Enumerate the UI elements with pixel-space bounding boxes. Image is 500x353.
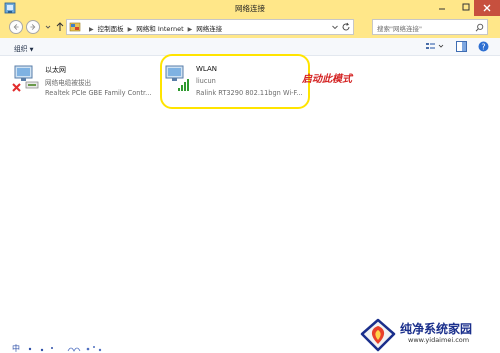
annotation-text: 启动此模式 (302, 74, 352, 85)
organize-menu-button[interactable]: 组织 ▼ (14, 43, 33, 53)
navigation-bar: ▶ 控制面板 ▶ 网络和 Internet ▶ 网络连接 搜索"网络连接" (0, 16, 500, 38)
connection-item-ethernet[interactable]: 以太网 网络电缆被拔出 Realtek PCIe GBE Family Cont… (12, 63, 162, 103)
breadcrumb-network-internet[interactable]: 网络和 Internet (136, 25, 183, 33)
address-bar[interactable]: ▶ 控制面板 ▶ 网络和 Internet ▶ 网络连接 (66, 19, 354, 35)
connection-name: 以太网 (45, 66, 66, 74)
maximize-button[interactable] (458, 0, 474, 16)
preview-pane-icon[interactable] (456, 41, 467, 52)
decorative-pattern: 中 (12, 343, 102, 353)
highlight-circle (160, 54, 310, 109)
refresh-icon[interactable] (341, 22, 351, 32)
ethernet-adapter-icon (12, 65, 39, 92)
watermark-url: www.yidaimei.com (408, 336, 470, 344)
connection-status: 网络电缆被拔出 (45, 79, 92, 87)
breadcrumb-separator-icon[interactable]: ▶ (128, 26, 133, 33)
breadcrumb-separator-icon[interactable]: ▶ (188, 26, 193, 33)
change-view-icon[interactable] (425, 41, 445, 52)
breadcrumb-control-panel[interactable]: 控制面板 (98, 25, 124, 33)
chevron-down-icon: ▼ (29, 47, 34, 53)
recent-locations-chevron-icon[interactable] (44, 22, 52, 32)
connections-list: 以太网 网络电缆被拔出 Realtek PCIe GBE Family Cont… (0, 54, 500, 341)
svg-text:?: ? (481, 43, 485, 52)
address-history-chevron-icon[interactable] (331, 23, 339, 31)
window-title: 网络连接 (235, 4, 265, 13)
title-bar: 网络连接 (0, 0, 500, 16)
organize-label: 组织 (14, 45, 28, 53)
help-icon[interactable]: ? (478, 41, 489, 52)
search-placeholder: 搜索"网络连接" (377, 25, 422, 33)
search-icon[interactable] (475, 23, 484, 32)
search-input[interactable]: 搜索"网络连接" (372, 19, 488, 35)
minimize-button[interactable] (434, 0, 450, 16)
up-arrow-icon[interactable] (55, 21, 65, 33)
breadcrumb-separator-icon[interactable]: ▶ (89, 26, 94, 33)
close-button[interactable] (474, 0, 500, 16)
bottom-strip-char: 中 (12, 343, 20, 353)
connection-device: Realtek PCIe GBE Family Contr... (45, 89, 152, 97)
watermark-brand: 纯净系统家园 (400, 322, 473, 336)
breadcrumb: ▶ 控制面板 ▶ 网络和 Internet ▶ 网络连接 (85, 23, 222, 33)
back-arrow-icon[interactable] (9, 20, 23, 34)
breadcrumb-network-connections[interactable]: 网络连接 (196, 25, 222, 33)
forward-arrow-icon[interactable] (26, 20, 40, 34)
watermark-logo-icon (360, 318, 396, 352)
control-panel-icon (69, 22, 81, 32)
